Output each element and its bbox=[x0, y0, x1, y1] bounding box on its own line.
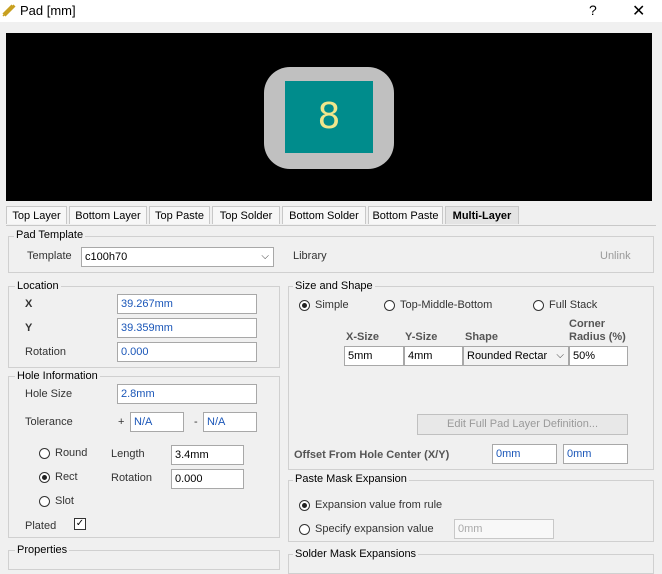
top-middle-bottom-radio[interactable] bbox=[384, 300, 395, 311]
unlink-link[interactable]: Unlink bbox=[600, 250, 631, 262]
round-label: Round bbox=[55, 447, 88, 459]
paste-value-field[interactable]: 0mm bbox=[454, 519, 554, 539]
y-label: Y bbox=[25, 322, 33, 334]
hole-rotation-field[interactable]: 0.000 bbox=[171, 469, 244, 489]
tab-divider bbox=[6, 225, 656, 226]
chevron-down-icon: ⌵ bbox=[556, 350, 564, 361]
plated-checkbox[interactable]: ✓ bbox=[74, 518, 86, 530]
hole-size-label: Hole Size bbox=[25, 388, 73, 400]
length-field[interactable]: 3.4mm bbox=[171, 445, 244, 465]
tab-top-solder[interactable]: Top Solder bbox=[212, 206, 280, 224]
paste-specify-radio[interactable] bbox=[299, 524, 310, 535]
location-title: Location bbox=[15, 280, 61, 292]
help-button[interactable]: ? bbox=[589, 2, 597, 18]
template-select[interactable]: c100h70 ⌵ bbox=[81, 247, 274, 267]
top-middle-bottom-label: Top-Middle-Bottom bbox=[400, 299, 493, 311]
template-value: c100h70 bbox=[85, 251, 128, 263]
length-label: Length bbox=[111, 448, 145, 460]
title-bar: Pad [mm] ? ✕ bbox=[0, 0, 662, 22]
paste-specify-label: Specify expansion value bbox=[315, 523, 434, 535]
simple-radio[interactable] bbox=[299, 300, 310, 311]
hole-info-title: Hole Information bbox=[15, 370, 100, 382]
paste-rule-label: Expansion value from rule bbox=[315, 499, 443, 511]
tolerance-minus-field[interactable]: N/A bbox=[203, 412, 257, 432]
tolerance-plus-field[interactable]: N/A bbox=[130, 412, 184, 432]
shape-select[interactable]: Rounded Rectar ⌵ bbox=[463, 346, 569, 366]
round-radio[interactable] bbox=[39, 448, 50, 459]
x-label: X bbox=[25, 298, 33, 310]
col-y-size: Y-Size bbox=[405, 331, 438, 343]
x-size-field[interactable]: 5mm bbox=[344, 346, 404, 366]
slot-label: Slot bbox=[55, 495, 74, 507]
paste-rule-radio[interactable] bbox=[299, 500, 310, 511]
pad-preview: 8 bbox=[6, 33, 652, 201]
layer-tabs: Top Layer Bottom Layer Top Paste Top Sol… bbox=[6, 206, 656, 225]
solder-mask-title: Solder Mask Expansions bbox=[293, 548, 419, 560]
shape-value: Rounded Rectar bbox=[467, 350, 548, 362]
tolerance-plus: + bbox=[118, 416, 125, 428]
hole-rotation-label: Rotation bbox=[111, 472, 152, 484]
location-rotation-field[interactable]: 0.000 bbox=[117, 342, 257, 362]
col-radius: Radius (%) bbox=[569, 331, 626, 343]
template-label: Template bbox=[27, 250, 72, 262]
location-rotation-label: Rotation bbox=[25, 346, 66, 358]
rect-label: Rect bbox=[55, 471, 78, 483]
library-label: Library bbox=[293, 250, 327, 262]
window-title: Pad [mm] bbox=[20, 3, 76, 18]
hole-size-field[interactable]: 2.8mm bbox=[117, 384, 257, 404]
col-shape: Shape bbox=[465, 331, 499, 343]
x-field[interactable]: 39.267mm bbox=[117, 294, 257, 314]
tolerance-label: Tolerance bbox=[25, 416, 73, 428]
col-x-size: X-Size bbox=[346, 331, 380, 343]
y-field[interactable]: 39.359mm bbox=[117, 318, 257, 338]
plated-label: Plated bbox=[25, 520, 57, 532]
rect-radio[interactable] bbox=[39, 472, 50, 483]
col-corner: Corner bbox=[569, 318, 606, 330]
tab-bottom-layer[interactable]: Bottom Layer bbox=[69, 206, 147, 224]
pad-template-title: Pad Template bbox=[14, 229, 86, 241]
y-size-field[interactable]: 4mm bbox=[404, 346, 463, 366]
full-stack-radio[interactable] bbox=[533, 300, 544, 311]
offset-x-field[interactable]: 0mm bbox=[492, 444, 557, 464]
close-button[interactable]: ✕ bbox=[632, 1, 645, 21]
slot-radio[interactable] bbox=[39, 496, 50, 507]
tab-bottom-paste[interactable]: Bottom Paste bbox=[368, 206, 443, 224]
simple-label: Simple bbox=[315, 299, 349, 311]
tab-top-paste[interactable]: Top Paste bbox=[149, 206, 210, 224]
size-shape-group bbox=[288, 286, 654, 470]
properties-title: Properties bbox=[15, 544, 70, 556]
edit-full-pad-layer-button[interactable]: Edit Full Pad Layer Definition... bbox=[417, 414, 628, 435]
size-shape-title: Size and Shape bbox=[293, 280, 375, 292]
tab-multi-layer[interactable]: Multi-Layer bbox=[445, 206, 519, 224]
pad-app-icon bbox=[2, 4, 16, 17]
tab-top-layer[interactable]: Top Layer bbox=[6, 206, 67, 224]
full-stack-label: Full Stack bbox=[549, 299, 598, 311]
tolerance-minus: - bbox=[194, 416, 198, 428]
tab-bottom-solder[interactable]: Bottom Solder bbox=[282, 206, 366, 224]
offset-label: Offset From Hole Center (X/Y) bbox=[294, 449, 450, 461]
corner-radius-field[interactable]: 50% bbox=[569, 346, 628, 366]
paste-mask-title: Paste Mask Expansion bbox=[293, 473, 409, 485]
offset-y-field[interactable]: 0mm bbox=[563, 444, 628, 464]
pad-designator: 8 bbox=[317, 96, 341, 137]
chevron-down-icon: ⌵ bbox=[261, 251, 269, 262]
